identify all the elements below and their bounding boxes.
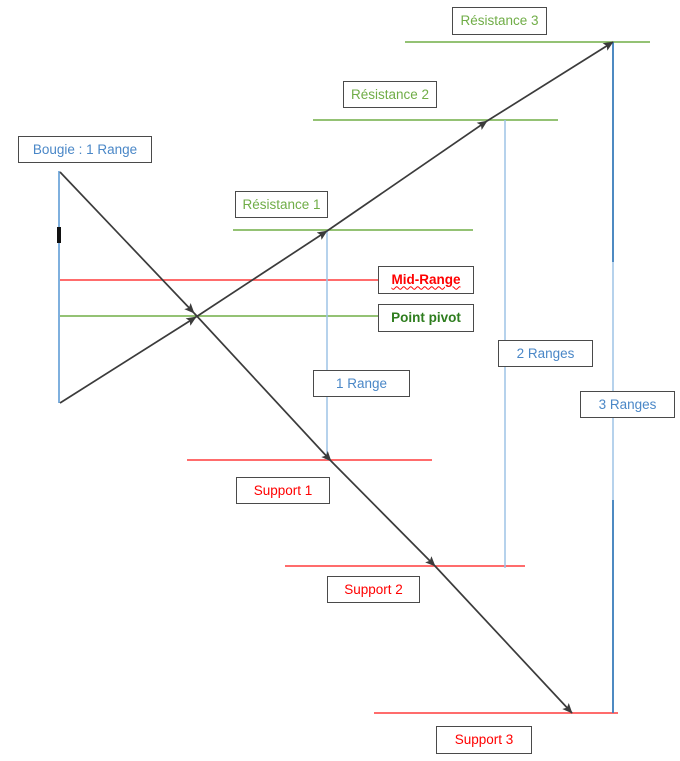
bearish-leg-3 [330, 460, 436, 567]
diagram-canvas: Bougie : 1 Range Résistance 3 Résistance… [0, 0, 680, 761]
label-2-ranges[interactable]: 2 Ranges [498, 340, 593, 367]
label-mid-range[interactable]: Mid-Range [378, 266, 474, 294]
label-resistance-3-text: Résistance 3 [460, 13, 539, 29]
label-support-1-text: Support 1 [253, 482, 313, 498]
label-point-pivot[interactable]: Point pivot [378, 304, 474, 332]
label-3-ranges[interactable]: 3 Ranges [580, 391, 675, 418]
label-support-3[interactable]: Support 3 [436, 726, 532, 754]
bullish-leg-3 [326, 120, 488, 232]
label-resistance-2[interactable]: Résistance 2 [343, 81, 437, 108]
label-support-3-text: Support 3 [454, 732, 514, 748]
bullish-leg-4 [486, 41, 614, 122]
label-bougie-range-text: Bougie : 1 Range [32, 141, 138, 157]
bearish-leg-1 [59, 171, 195, 314]
label-support-2[interactable]: Support 2 [327, 576, 420, 603]
label-point-pivot-text: Point pivot [391, 310, 461, 326]
label-resistance-3[interactable]: Résistance 3 [452, 7, 547, 35]
bearish-leg-2 [193, 312, 332, 462]
label-resistance-2-text: Résistance 2 [350, 86, 430, 102]
label-resistance-1-text: Résistance 1 [242, 196, 321, 212]
label-support-2-text: Support 2 [344, 581, 403, 597]
label-1-range-text: 1 Range [335, 375, 388, 391]
label-support-1[interactable]: Support 1 [236, 477, 330, 504]
bearish-leg-4 [434, 565, 573, 714]
bullish-leg-1 [59, 316, 197, 404]
label-resistance-1[interactable]: Résistance 1 [235, 191, 328, 218]
label-mid-range-text: Mid-Range [391, 272, 461, 288]
label-1-range[interactable]: 1 Range [313, 370, 410, 397]
label-2-ranges-text: 2 Ranges [516, 345, 575, 361]
label-3-ranges-text: 3 Ranges [598, 396, 657, 412]
label-bougie-range[interactable]: Bougie : 1 Range [18, 136, 152, 163]
bullish-leg-2 [195, 230, 328, 318]
